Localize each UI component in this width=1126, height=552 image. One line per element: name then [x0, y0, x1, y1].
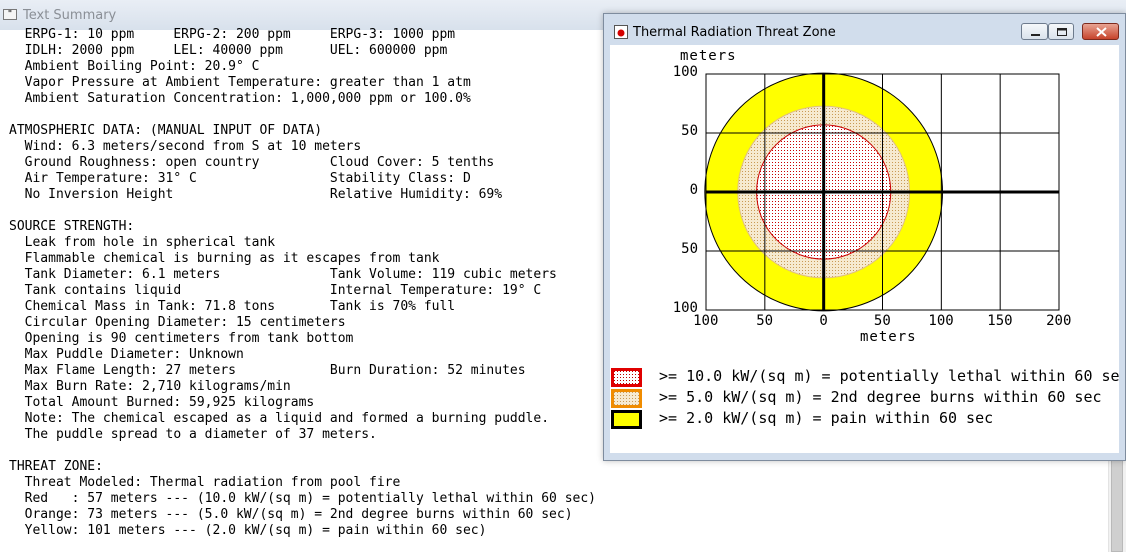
x-tick-label: 50	[873, 313, 891, 329]
summary-line: IDLH: 2000 ppm LEL: 40000 ppm UEL: 60000…	[9, 43, 448, 58]
summary-line: Circular Opening Diameter: 15 centimeter…	[9, 315, 346, 330]
threat-zone-plot-area: meters meters >= 10.0 kW/(sq m) = potent…	[610, 45, 1119, 453]
summary-line: No Inversion Height Relative Humidity: 6…	[9, 187, 503, 202]
y-tick-label: 0	[689, 182, 698, 198]
summary-line: Chemical Mass in Tank: 71.8 tons Tank is…	[9, 299, 456, 314]
summary-line: Flammable chemical is burning as it esca…	[9, 251, 440, 266]
summary-line: Opening is 90 centimeters from tank bott…	[9, 331, 354, 346]
summary-line: Ambient Saturation Concentration: 1,000,…	[9, 91, 471, 106]
summary-line: ATMOSPHERIC DATA: (MANUAL INPUT OF DATA)	[9, 123, 323, 138]
summary-line: The puddle spread to a diameter of 37 me…	[9, 427, 377, 442]
text-summary-window-icon[interactable]: "	[3, 9, 17, 20]
x-axis-unit: meters	[860, 329, 917, 345]
y-tick-label: 50	[681, 123, 698, 139]
threat-zone-window-icon	[614, 25, 628, 39]
summary-line: Note: The chemical escaped as a liquid a…	[9, 411, 550, 426]
summary-line: Leak from hole in spherical tank	[9, 235, 276, 250]
summary-text: ERPG-1: 10 ppm ERPG-2: 200 ppm ERPG-3: 1…	[9, 27, 596, 539]
summary-line: SOURCE STRENGTH:	[9, 219, 135, 234]
x-tick-label: 100	[928, 313, 954, 329]
summary-line: Vapor Pressure at Ambient Temperature: g…	[9, 75, 471, 90]
summary-line: Tank Diameter: 6.1 meters Tank Volume: 1…	[9, 267, 557, 282]
summary-line: Max Flame Length: 27 meters Burn Duratio…	[9, 363, 526, 378]
summary-line: THREAT ZONE:	[9, 459, 103, 474]
y-tick-label: 100	[672, 64, 698, 80]
minimize-button[interactable]	[1021, 23, 1048, 40]
threat-zone-titlebar[interactable]: Thermal Radiation Threat Zone	[604, 14, 1125, 44]
x-tick-label: 0	[819, 313, 828, 329]
summary-line: Ground Roughness: open country Cloud Cov…	[9, 155, 495, 170]
close-icon	[1096, 27, 1107, 37]
yellow-zone-swatch	[611, 410, 642, 429]
x-tick-label: 150	[987, 313, 1013, 329]
maximize-button[interactable]	[1048, 23, 1074, 40]
maximize-icon	[1057, 28, 1067, 36]
text-summary-title: Text Summary	[23, 8, 117, 23]
summary-line: Air Temperature: 31° C Stability Class: …	[9, 171, 471, 186]
summary-line: Tank contains liquid Internal Temperatur…	[9, 283, 542, 298]
summary-line: Red : 57 meters --- (10.0 kW/(sq m) = po…	[9, 491, 596, 506]
summary-line: Threat Modeled: Thermal radiation from p…	[9, 475, 401, 490]
summary-line: Orange: 73 meters --- (5.0 kW/(sq m) = 2…	[9, 507, 573, 522]
threat-zone-chart	[704, 72, 1060, 312]
threat-zone-window: Thermal Radiation Threat Zone meters met…	[603, 13, 1126, 461]
y-tick-label: 50	[681, 241, 698, 257]
red-zone-swatch	[611, 368, 642, 387]
legend-label-orange: >= 5.0 kW/(sq m) = 2nd degree burns with…	[659, 389, 1102, 406]
scrollbar-thumb[interactable]	[1111, 458, 1123, 552]
summary-line: Max Burn Rate: 2,710 kilograms/min	[9, 379, 291, 394]
legend-label-red: >= 10.0 kW/(sq m) = potentially lethal w…	[659, 368, 1119, 385]
summary-line: Wind: 6.3 meters/second from S at 10 met…	[9, 139, 362, 154]
summary-line: Ambient Boiling Point: 20.9° C	[9, 59, 260, 74]
x-tick-label: 50	[756, 313, 774, 329]
legend-row-red: >= 10.0 kW/(sq m) = potentially lethal w…	[611, 368, 1119, 387]
threat-zone-title: Thermal Radiation Threat Zone	[633, 25, 836, 40]
summary-line: ERPG-1: 10 ppm ERPG-2: 200 ppm ERPG-3: 1…	[9, 27, 456, 42]
close-button[interactable]	[1082, 23, 1119, 40]
legend-label-yellow: >= 2.0 kW/(sq m) = pain within 60 sec	[659, 410, 994, 427]
summary-line: Yellow: 101 meters --- (2.0 kW/(sq m) = …	[9, 523, 487, 538]
summary-line: Max Puddle Diameter: Unknown	[9, 347, 244, 362]
x-tick-label: 100	[693, 313, 719, 329]
summary-line: Total Amount Burned: 59,925 kilograms	[9, 395, 315, 410]
orange-zone-swatch	[611, 389, 642, 408]
minimize-icon	[1031, 34, 1040, 36]
x-tick-label: 200	[1046, 313, 1072, 329]
legend-row-yellow: >= 2.0 kW/(sq m) = pain within 60 sec	[611, 410, 1119, 429]
legend-row-orange: >= 5.0 kW/(sq m) = 2nd degree burns with…	[611, 389, 1119, 408]
